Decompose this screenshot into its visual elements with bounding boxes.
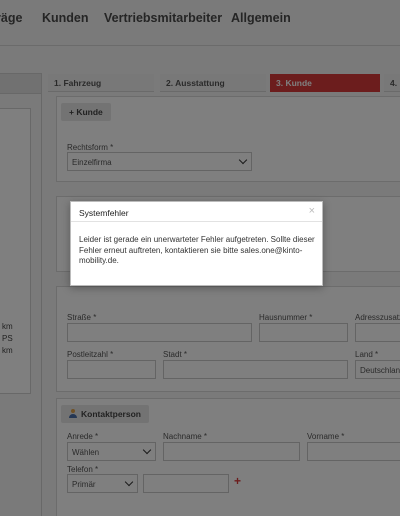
close-icon[interactable]: × <box>309 205 315 217</box>
dialog-message: Leider ist gerade ein unerwarteter Fehle… <box>79 235 315 265</box>
dialog-title: Systemfehler <box>79 208 129 218</box>
error-dialog: Systemfehler × Leider ist gerade ein une… <box>70 201 323 286</box>
dialog-header: Systemfehler × <box>71 202 322 222</box>
